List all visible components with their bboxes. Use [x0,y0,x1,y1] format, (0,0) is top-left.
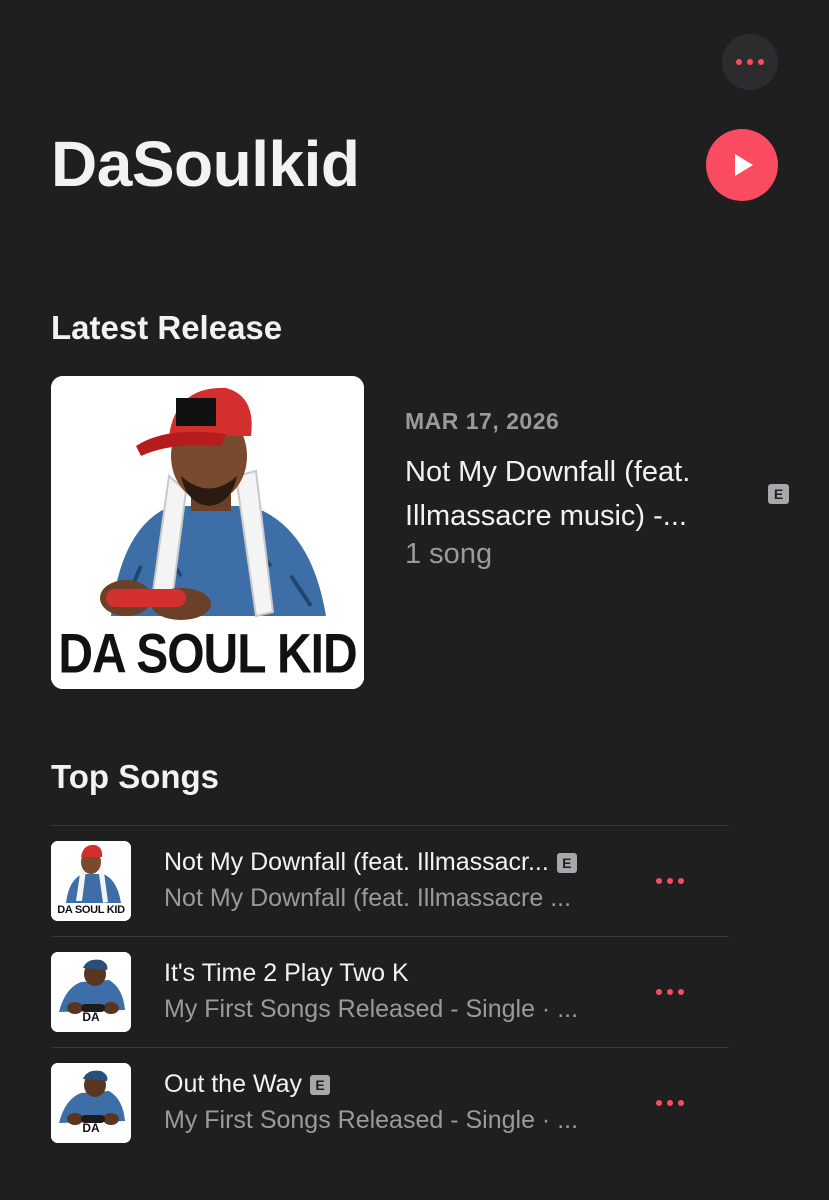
song-artwork: DA [51,1063,131,1143]
artist-name: DaSoulkid [51,128,360,200]
latest-release-heading: Latest Release [51,309,283,346]
release-date: MAR 17, 2026 [405,408,560,434]
song-artwork: DA [51,952,131,1032]
song-row[interactable]: DA It's Time 2 Play Two K My First Songs… [51,936,729,1047]
song-row[interactable]: DA Out the Way E My First Songs Released… [51,1047,729,1158]
song-title: Out the Way [164,1070,303,1098]
song-subtitle: Not My Downfall (feat. Illmassacre ... [164,884,572,912]
release-title-line1: Not My Downfall (feat. [405,456,691,488]
song-more-button[interactable] [656,989,684,995]
play-icon [735,154,753,176]
song-subtitle: My First Songs Released - Single · ... [164,1106,579,1134]
play-button[interactable] [706,129,778,201]
song-more-button[interactable] [656,878,684,884]
song-cover-text: DA [82,1010,100,1024]
release-title-line2: Illmassacre music) -... [405,500,687,532]
top-songs-list: DA SOUL KID Not My Downfall (feat. Illma… [51,825,729,1158]
song-title: Not My Downfall (feat. Illmassacr... [164,848,549,876]
song-cover-text: DA [82,1121,100,1135]
top-songs-heading: Top Songs [51,758,220,795]
release-song-count: 1 song [405,538,493,570]
ellipsis-icon [656,1100,684,1106]
ellipsis-icon [736,59,764,65]
song-subtitle: My First Songs Released - Single · ... [164,995,579,1023]
explicit-badge: E [556,852,577,873]
more-options-button[interactable] [722,34,778,90]
ellipsis-icon [656,878,684,884]
album-cover-text: DA SOUL KID [58,624,357,686]
explicit-badge: E [768,484,789,504]
song-artwork: DA SOUL KID [51,841,131,921]
release-title[interactable]: Not My Downfall (feat. Illmassacre music… [405,450,745,538]
song-title: It's Time 2 Play Two K [164,959,409,987]
ellipsis-icon [656,989,684,995]
latest-release-artwork[interactable]: DA SOUL KID [51,376,364,689]
song-more-button[interactable] [656,1100,684,1106]
explicit-badge: E [310,1074,331,1095]
song-row[interactable]: DA SOUL KID Not My Downfall (feat. Illma… [51,825,729,936]
song-cover-text: DA SOUL KID [57,904,125,916]
